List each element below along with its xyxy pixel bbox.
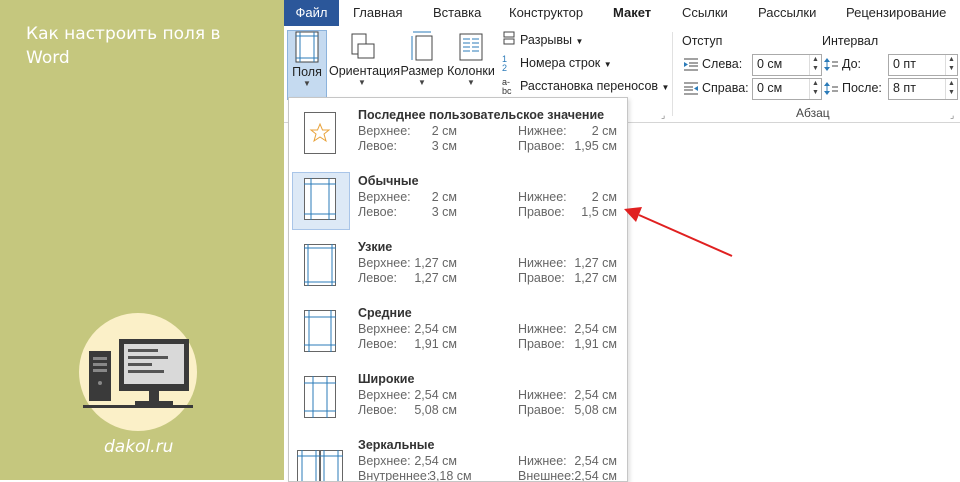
article-title: Как настроить поля в Word (26, 22, 266, 70)
red-pointer-arrow (284, 0, 960, 480)
computer-logo (79, 313, 197, 431)
site-name: dakol.ru (104, 437, 173, 457)
word-window: Файл Главная Вставка Конструктор Макет С… (284, 0, 960, 480)
computer-icon (79, 313, 197, 431)
article-panel: Как настроить поля в Word dakol.ru (0, 0, 284, 480)
